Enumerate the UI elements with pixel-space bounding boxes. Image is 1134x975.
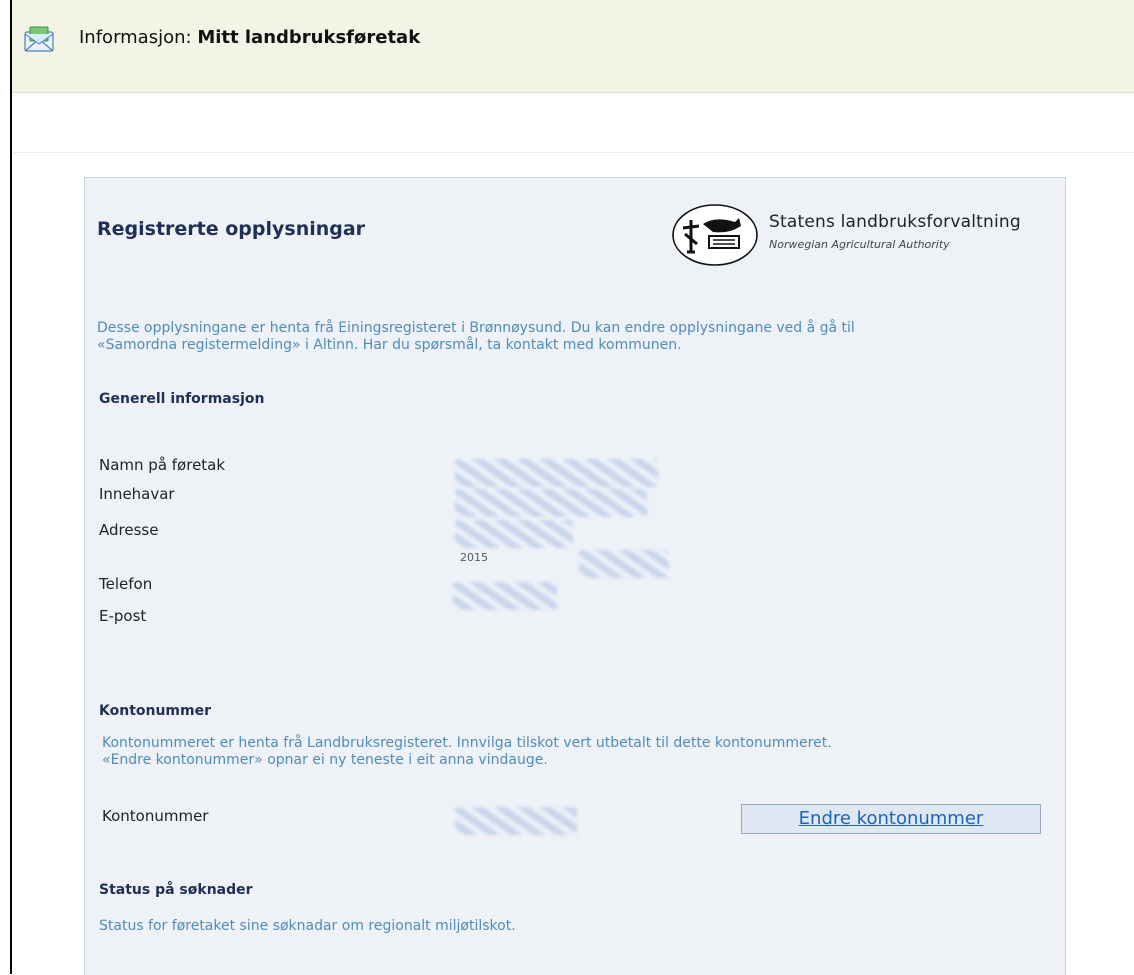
divider [12, 152, 1134, 153]
label-company-name: Namn på føretak [99, 456, 226, 474]
phone-value-redacted [453, 582, 557, 610]
status-description: Status for føretaket sine søknadar om re… [99, 918, 516, 934]
account-heading: Kontonummer [99, 703, 212, 719]
logo-emblem-icon [672, 204, 758, 266]
company-name-value-redacted [455, 459, 658, 487]
label-owner: Innehavar [99, 485, 175, 503]
label-email: E-post [99, 607, 147, 625]
intro-text: Desse opplysningane er henta frå Einings… [97, 320, 1047, 354]
slf-logo: Statens landbruksforvaltning Norwegian A… [669, 200, 1039, 270]
account-desc-line-2: «Endre kontonummer» opnar ei ny teneste … [102, 752, 548, 768]
general-info-heading: Generell informasjon [99, 391, 265, 407]
registered-info-panel: Registrerte opplysningar Statens landbru… [84, 177, 1066, 975]
address-value-redacted [455, 520, 573, 548]
label-account-number: Kontonummer [102, 807, 209, 825]
label-address: Adresse [99, 521, 159, 539]
account-desc-line-1: Kontonummeret er henta frå Landbruksregi… [102, 735, 832, 751]
window-border [10, 0, 12, 974]
account-description: Kontonummeret er henta frå Landbruksregi… [102, 735, 1042, 769]
logo-subtitle: Norwegian Agricultural Authority [769, 238, 950, 251]
label-phone: Telefon [99, 575, 153, 593]
account-number-redacted [455, 807, 577, 835]
change-account-button[interactable]: Endre kontonummer [741, 804, 1041, 834]
postal-place-redacted [579, 550, 669, 578]
postal-code: 2015 [460, 551, 488, 564]
panel-title: Registrerte opplysningar [97, 218, 366, 240]
owner-value-redacted [455, 489, 647, 517]
logo-name: Statens landbruksforvaltning [769, 212, 1021, 232]
status-heading: Status på søknader [99, 882, 253, 898]
header-title-strong: Mitt landbruksføretak [197, 27, 421, 48]
header-prefix: Informasjon: [79, 27, 192, 48]
intro-line-1: Desse opplysningane er henta frå Einings… [97, 320, 855, 336]
header-title: Informasjon: Mitt landbruksføretak [79, 27, 420, 48]
intro-line-2: «Samordna registermelding» i Altinn. Har… [97, 337, 682, 353]
page-header: Informasjon: Mitt landbruksføretak [12, 0, 1134, 93]
envelope-icon [24, 26, 54, 52]
